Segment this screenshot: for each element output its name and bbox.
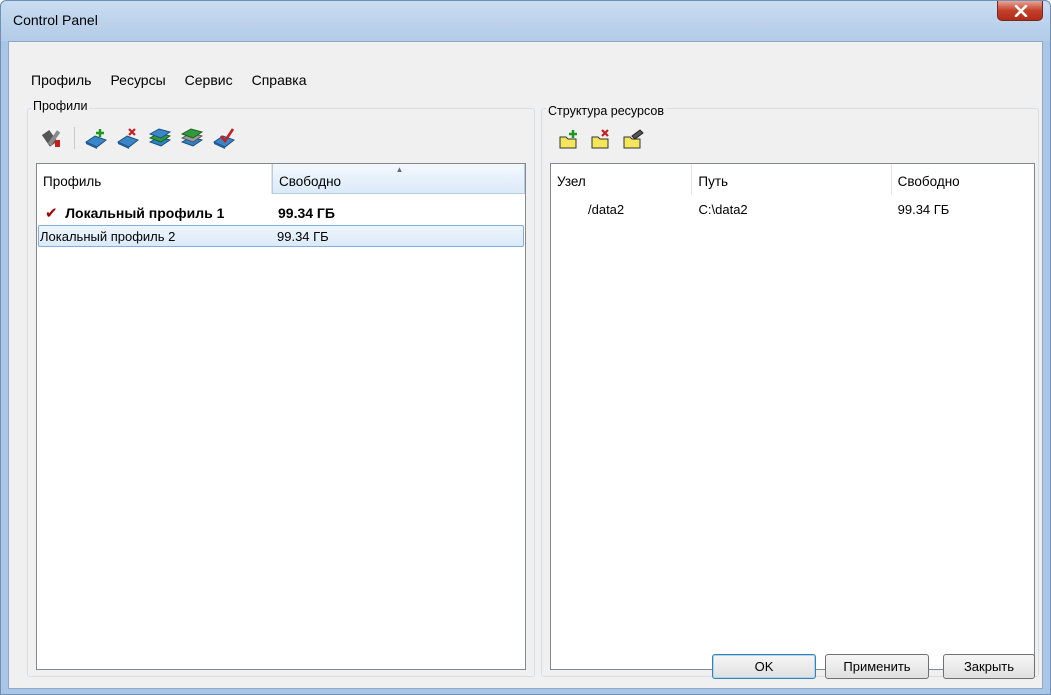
menu-service[interactable]: Сервис: [185, 72, 242, 88]
column-path[interactable]: Путь: [692, 164, 892, 194]
delete-resource-button[interactable]: [590, 128, 612, 150]
profile-name: Локальный профиль 2: [40, 228, 176, 244]
profile-settings-button[interactable]: [42, 127, 64, 149]
profile-row-1[interactable]: ✔ Локальный профиль 1 99.34 ГБ: [37, 202, 525, 224]
profiles-group-label: Профили: [31, 99, 90, 113]
apply-button[interactable]: Применить: [825, 654, 929, 679]
stack-gray-icon: [181, 128, 203, 147]
copy-profile-button[interactable]: [149, 127, 171, 149]
export-profile-button[interactable]: [181, 127, 203, 149]
resource-path: C:\data2: [698, 201, 748, 217]
delete-profile-icon: [117, 128, 139, 149]
column-free[interactable]: ▲ Свободно: [272, 164, 525, 194]
column-profile[interactable]: Профиль: [37, 164, 272, 194]
column-free[interactable]: Свободно: [891, 164, 1034, 194]
add-resource-button[interactable]: [558, 128, 580, 150]
profiles-list-header: Профиль ▲ Свободно: [37, 164, 525, 194]
resources-toolbar: [558, 128, 654, 150]
activate-profile-icon: [213, 128, 235, 149]
ok-button[interactable]: OK: [712, 654, 816, 679]
resource-free: 99.34 ГБ: [897, 201, 950, 217]
close-icon: [1014, 5, 1028, 17]
profile-name: Локальный профиль 1: [65, 205, 225, 221]
delete-folder-icon: [591, 129, 609, 149]
edit-resource-button[interactable]: [622, 128, 644, 150]
column-free-label: Свободно: [279, 174, 342, 189]
edit-folder-icon: [623, 129, 644, 149]
close-window-button[interactable]: [997, 1, 1043, 21]
active-check-icon: ✔: [45, 205, 58, 222]
title-bar[interactable]: Control Panel: [1, 1, 1050, 41]
stack-green-icon: [149, 128, 171, 147]
add-folder-icon: [559, 130, 577, 149]
menu-resources[interactable]: Ресурсы: [110, 72, 174, 88]
column-node[interactable]: Узел: [551, 164, 693, 194]
resource-node: /data2: [588, 201, 625, 217]
profile-free: 99.34 ГБ: [277, 228, 329, 244]
menu-profile[interactable]: Профиль: [31, 72, 100, 88]
sort-ascending-icon: ▲: [395, 165, 404, 174]
resources-group-label: Структура ресурсов: [546, 104, 666, 118]
close-button[interactable]: Закрыть: [943, 654, 1035, 679]
resources-list-header: Узел Путь Свободно: [551, 164, 1034, 194]
profiles-list[interactable]: Профиль ▲ Свободно ✔ Локальный профиль 1…: [36, 163, 526, 670]
profiles-toolbar: [42, 127, 245, 149]
tools-icon: [42, 129, 61, 147]
add-profile-icon: [85, 129, 107, 149]
resources-list[interactable]: Узел Путь Свободно /data2 C:\data2 99.34…: [550, 163, 1035, 670]
client-area: Профиль Ресурсы Сервис Справка Профили П…: [8, 41, 1043, 689]
activate-profile-button[interactable]: [213, 127, 235, 149]
resource-row[interactable]: /data2 C:\data2 99.34 ГБ: [551, 198, 1034, 220]
menu-bar: Профиль Ресурсы Сервис Справка: [31, 72, 326, 88]
window-title: Control Panel: [13, 12, 98, 28]
menu-help[interactable]: Справка: [252, 72, 316, 88]
profile-row-2[interactable]: Локальный профиль 2 99.34 ГБ: [38, 225, 524, 247]
profile-free: 99.34 ГБ: [278, 205, 335, 221]
add-profile-button[interactable]: [85, 127, 107, 149]
window: Control Panel Профиль Ресурсы Сервис Спр…: [0, 0, 1051, 695]
delete-profile-button[interactable]: [117, 127, 139, 149]
toolbar-separator: [74, 127, 75, 149]
profile-name-cell: ✔ Локальный профиль 1: [37, 204, 272, 222]
